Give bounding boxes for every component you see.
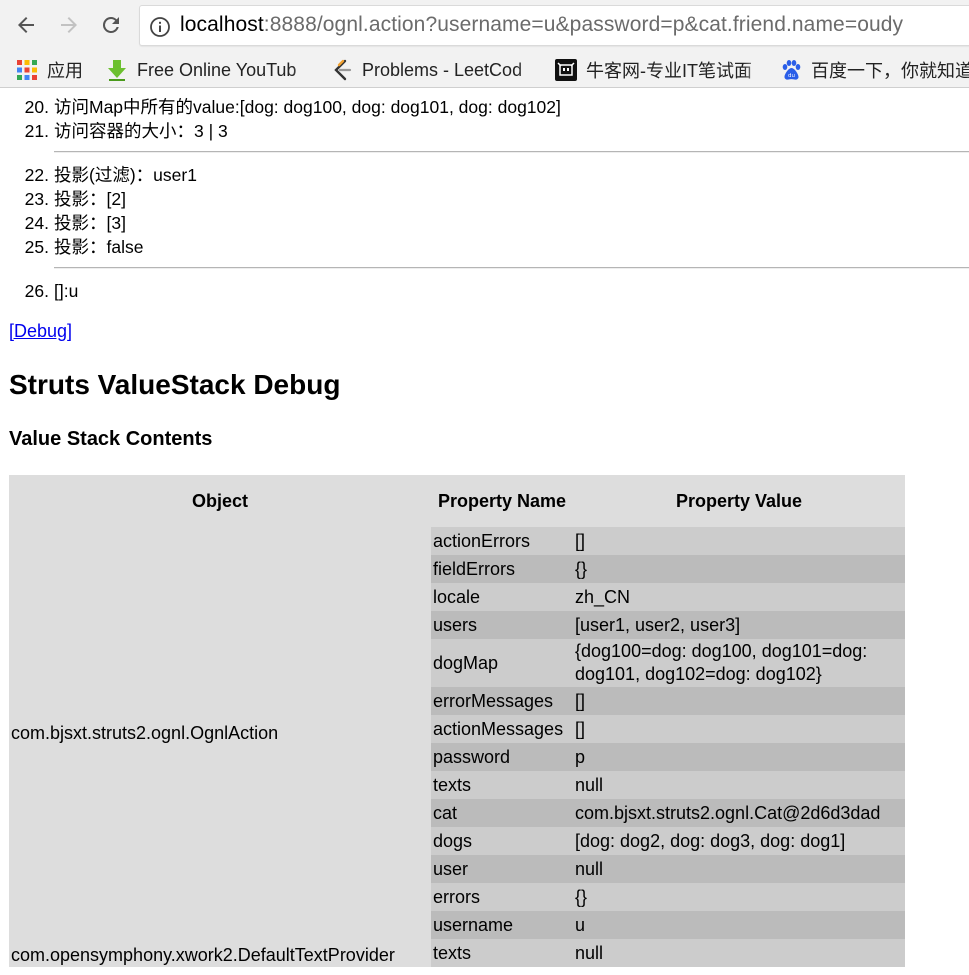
property-name-cell: dogMap — [431, 639, 573, 687]
nowcoder-icon — [555, 59, 577, 81]
property-value-cell: com.bjsxt.struts2.ognl.Cat@2d6d3dad — [573, 799, 905, 827]
list-item: 22. 投影(过滤)：user1 — [0, 164, 197, 186]
list-item-number: 25. — [24, 237, 49, 257]
property-name-cell: fieldErrors — [431, 555, 573, 583]
list-item-text: 投影：[3] — [54, 213, 126, 233]
list-item: 23. 投影：[2] — [0, 188, 126, 210]
reload-icon — [102, 16, 119, 33]
property-value-cell: null — [573, 855, 905, 883]
property-name-cell: errorMessages — [431, 687, 573, 715]
list-item: 24. 投影：[3] — [0, 212, 126, 234]
debug-link[interactable]: [Debug] — [9, 321, 72, 342]
table-row: com.bjsxt.struts2.ognl.OgnlAction actionE… — [9, 527, 905, 939]
property-value-cell: u — [573, 911, 905, 939]
info-icon[interactable] — [149, 16, 171, 38]
list-item-number: 23. — [24, 189, 49, 209]
column-header-object: Object — [9, 475, 431, 527]
property-name-cell: texts — [431, 939, 573, 967]
bookmark-apps[interactable]: 应用 — [16, 56, 96, 84]
page-title: Struts ValueStack Debug — [9, 369, 341, 400]
property-name-cell: users — [431, 611, 573, 639]
forward-button[interactable] — [52, 8, 86, 42]
url-host: localhost — [180, 13, 264, 36]
column-header-property-value: Property Value — [573, 475, 905, 527]
list-item-number: 22. — [24, 165, 49, 185]
property-value-cell: zh_CN — [573, 583, 905, 611]
list-item-text: []:u — [54, 281, 79, 301]
reload-button[interactable] — [94, 8, 128, 42]
leetcode-icon — [334, 59, 352, 81]
list-item-number: 20. — [24, 97, 49, 117]
property-name-cell: username — [431, 911, 573, 939]
bookmark-nowcoder[interactable]: 牛客网-专业IT笔试面 — [555, 56, 765, 84]
value-stack-body: com.bjsxt.struts2.ognl.OgnlAction actionE… — [9, 527, 905, 967]
list-item: 20. 访问Map中所有的value:[dog: dog100, dog: dog… — [0, 96, 561, 118]
property-value-cell: [dog: dog2, dog: dog3, dog: dog1] — [573, 827, 905, 855]
property-name-cell: errors — [431, 883, 573, 911]
list-item-number: 24. — [24, 213, 49, 233]
list-item-text: 访问容器的大小：3 | 3 — [54, 121, 228, 141]
column-header-property-name: Property Name — [431, 475, 573, 527]
forward-arrow-icon — [61, 17, 77, 33]
property-value-cell: [] — [573, 687, 905, 715]
list-item-text: 投影：[2] — [54, 189, 126, 209]
table-row: com.opensymphony.xwork2.DefaultTextProvi… — [9, 939, 905, 967]
property-name-cell: user — [431, 855, 573, 883]
bookmark-leetcode[interactable]: Problems - LeetCod — [331, 56, 539, 84]
browser-toolbar: localhost:8888/ognl.action?username=u&pa… — [0, 0, 969, 52]
object-class-cell: com.opensymphony.xwork2.DefaultTextProvi… — [9, 939, 431, 967]
horizontal-rule — [54, 267, 969, 269]
bookmark-label: Free Online YouTub — [137, 59, 297, 80]
url-path: :8888/ognl.action?username=u&password=p&… — [263, 13, 904, 36]
svg-text:du: du — [788, 73, 795, 79]
list-item-text: 访问Map中所有的value:[dog: dog100, dog: dog101… — [54, 97, 561, 117]
list-item-number: 26. — [24, 281, 49, 301]
property-value-cell: null — [573, 771, 905, 799]
back-button[interactable] — [9, 8, 43, 42]
address-bar[interactable]: localhost:8888/ognl.action?username=u&pa… — [139, 5, 969, 46]
url-text[interactable]: localhost:8888/ognl.action?username=u&pa… — [180, 13, 903, 37]
property-value-cell: [user1, user2, user3] — [573, 611, 905, 639]
baidu-paw-icon: du — [782, 60, 801, 80]
list-item: 21. 访问容器的大小：3 | 3 — [0, 120, 228, 142]
list-item: 26. []:u — [0, 280, 79, 302]
section-title: Value Stack Contents — [9, 428, 213, 450]
bookmark-label: 百度一下，你就知道 — [811, 61, 969, 81]
bookmark-label: Problems - LeetCod — [362, 59, 523, 80]
property-name-cell: dogs — [431, 827, 573, 855]
property-value-cell: {} — [573, 555, 905, 583]
property-name-cell: password — [431, 743, 573, 771]
page-content: 20. 访问Map中所有的value:[dog: dog100, dog: dog… — [0, 89, 969, 975]
property-name-cell: locale — [431, 583, 573, 611]
apps-grid-icon — [17, 60, 37, 80]
bookmarks-bar: 应用 Free Online YouTub Problems - LeetCod… — [0, 52, 969, 88]
property-value-cell: p — [573, 743, 905, 771]
property-value-cell: null — [573, 939, 905, 967]
list-item-text: 投影(过滤)：user1 — [54, 165, 197, 185]
back-arrow-icon — [18, 17, 34, 33]
bookmark-label: 应用 — [47, 61, 83, 81]
download-arrow-icon — [108, 60, 126, 81]
bookmark-label: 牛客网-专业IT笔试面 — [586, 61, 752, 81]
object-class-cell: com.bjsxt.struts2.ognl.OgnlAction — [9, 527, 431, 939]
list-item: 25. 投影：false — [0, 236, 144, 258]
property-name-cell: actionMessages — [431, 715, 573, 743]
property-value-cell: [] — [573, 715, 905, 743]
property-name-cell: texts — [431, 771, 573, 799]
list-item-text: 投影：false — [54, 237, 144, 257]
bookmark-youtube-downloader[interactable]: Free Online YouTub — [106, 56, 314, 84]
property-value-cell: {dog100=dog: dog100, dog101=dog: dog101,… — [573, 639, 905, 687]
property-value-cell: [] — [573, 527, 905, 555]
property-name-cell: cat — [431, 799, 573, 827]
property-name-cell: actionErrors — [431, 527, 573, 555]
bookmark-baidu[interactable]: du 百度一下，你就知道 — [780, 56, 969, 84]
horizontal-rule — [54, 151, 969, 153]
value-stack-table: Object Property Name Property Value com.… — [9, 475, 905, 967]
list-item-number: 21. — [24, 121, 49, 141]
property-value-cell: {} — [573, 883, 905, 911]
